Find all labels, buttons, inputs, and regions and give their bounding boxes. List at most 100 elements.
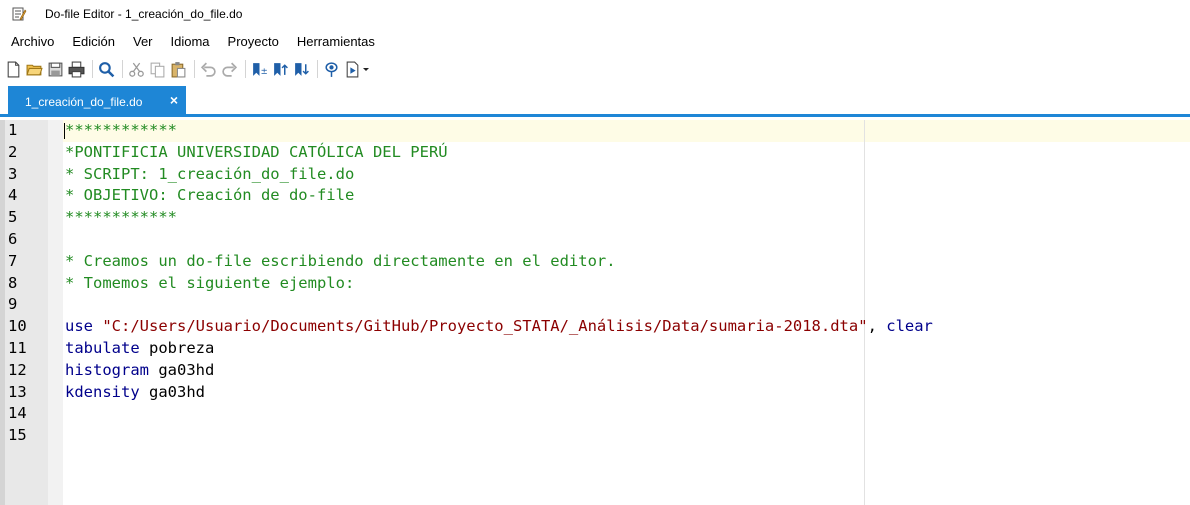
code-line[interactable]: 5 ************ — [0, 207, 1190, 229]
title-bar: Do-file Editor - 1_creación_do_file.do — [0, 0, 1190, 28]
toolbar-separator — [92, 60, 93, 78]
open-folder-icon — [26, 64, 43, 75]
menu-idioma[interactable]: Idioma — [165, 34, 216, 49]
save-icon — [48, 62, 63, 76]
tab-do-file[interactable]: 1_creación_do_file.do × — [8, 86, 186, 117]
line-number: 5 — [8, 208, 18, 227]
toggle-bookmark-button[interactable]: ± — [250, 60, 269, 79]
new-file-icon — [7, 61, 20, 77]
code-token-comment: * SCRIPT: 1_creación_do_file.do — [65, 164, 355, 183]
open-button[interactable] — [25, 60, 44, 79]
undo-icon — [200, 62, 216, 77]
menu-edicion[interactable]: Edición — [66, 34, 121, 49]
toolbar-separator — [317, 60, 318, 78]
execute-button[interactable] — [343, 60, 362, 79]
find-icon — [99, 61, 115, 77]
print-icon — [68, 61, 85, 77]
toolbar-separator — [122, 60, 123, 78]
code-line[interactable]: 15 — [0, 425, 1190, 447]
code-token-plain: pobreza — [139, 338, 215, 357]
code-token-comment: * Tomemos el siguiente ejemplo: — [65, 273, 355, 292]
menu-ver[interactable]: Ver — [127, 34, 159, 49]
cut-button[interactable] — [127, 60, 146, 79]
code-line[interactable]: 3 * SCRIPT: 1_creación_do_file.do — [0, 164, 1190, 186]
code-line[interactable]: 9 — [0, 294, 1190, 316]
code-token-kw: kdensity — [65, 382, 140, 401]
show-icon — [325, 61, 338, 77]
line-code: ************ — [65, 120, 177, 142]
next-bookmark-button[interactable] — [292, 60, 311, 79]
code-token-kw: clear — [886, 317, 933, 336]
menu-archivo[interactable]: Archivo — [5, 34, 60, 49]
code-line[interactable]: 13 kdensity ga03hd — [0, 382, 1190, 404]
show-button[interactable] — [322, 60, 341, 79]
line-number: 2 — [8, 142, 18, 161]
tab-label: 1_creación_do_file.do — [25, 94, 143, 109]
find-button[interactable] — [97, 60, 116, 79]
code-token-comment: * Creamos un do-file escribiendo directa… — [65, 251, 616, 270]
code-token-str: "C:/Users/Usuario/Documents/GitHub/Proye… — [102, 317, 868, 336]
execute-icon — [346, 61, 359, 77]
toggle-bookmark-icon: ± — [253, 62, 268, 76]
line-code: * Creamos un do-file escribiendo directa… — [65, 251, 616, 273]
code-line[interactable]: 12 histogram ga03hd — [0, 360, 1190, 382]
toolbar-separator — [194, 60, 195, 78]
line-number: 6 — [8, 229, 18, 248]
code-line[interactable]: 1 ************ — [0, 120, 1190, 142]
close-icon[interactable]: × — [167, 93, 181, 107]
line-code: histogram ga03hd — [65, 360, 214, 382]
tab-strip: 1_creación_do_file.do × — [0, 86, 1190, 117]
cut-icon — [129, 62, 144, 77]
caret-down-icon — [363, 68, 369, 71]
code-token-comment: *PONTIFICIA UNIVERSIDAD CATÓLICA DEL PER… — [65, 142, 448, 161]
line-code: tabulate pobreza — [65, 338, 214, 360]
copy-icon — [150, 62, 165, 77]
next-bookmark-icon — [295, 62, 309, 76]
execute-dropdown-button[interactable] — [362, 60, 370, 79]
previous-bookmark-button[interactable] — [271, 60, 290, 79]
code-token-plain: ga03hd — [149, 360, 215, 379]
line-code: *PONTIFICIA UNIVERSIDAD CATÓLICA DEL PER… — [65, 142, 448, 164]
code-line[interactable]: 4 * OBJETIVO: Creación de do-file — [0, 185, 1190, 207]
code-editor[interactable]: 1 ************ 2 *PONTIFICIA UNIVERSIDAD CA… — [0, 120, 1190, 505]
code-line[interactable]: 14 — [0, 403, 1190, 425]
redo-button[interactable] — [220, 60, 239, 79]
line-code: use "C:/Users/Usuario/Documents/GitHub/P… — [65, 316, 933, 338]
menu-bar: Archivo Edición Ver Idioma Proyecto Herr… — [0, 28, 1190, 54]
code-line[interactable]: 7 * Creamos un do-file escribiendo direct… — [0, 251, 1190, 273]
code-token-kw: tabulate — [65, 338, 140, 357]
code-line[interactable]: 6 — [0, 229, 1190, 251]
redo-icon — [222, 62, 238, 77]
code-line[interactable]: 11 tabulate pobreza — [0, 338, 1190, 360]
code-token-comment: * OBJETIVO: Creación de do-file — [65, 186, 355, 205]
undo-button[interactable] — [199, 60, 218, 79]
print-button[interactable] — [67, 60, 86, 79]
line-code: * OBJETIVO: Creación de do-file — [65, 185, 354, 207]
line-number: 14 — [8, 404, 27, 423]
line-number: 13 — [8, 382, 27, 401]
toolbar: ± — [0, 56, 1190, 82]
line-number: 12 — [8, 360, 27, 379]
code-line[interactable]: 8 * Tomemos el siguiente ejemplo: — [0, 273, 1190, 295]
new-file-button[interactable] — [4, 60, 23, 79]
code-lines: 1 ************ 2 *PONTIFICIA UNIVERSIDAD CA… — [0, 120, 1190, 447]
line-number: 7 — [8, 251, 18, 270]
menu-herramientas[interactable]: Herramientas — [291, 34, 381, 49]
code-line[interactable]: 2 *PONTIFICIA UNIVERSIDAD CATÓLICA DEL PE… — [0, 142, 1190, 164]
line-number: 4 — [8, 186, 18, 205]
code-token-plain: , — [867, 317, 887, 336]
line-number: 11 — [8, 338, 27, 357]
line-code: ************ — [65, 207, 177, 229]
toolbar-separator — [245, 60, 246, 78]
line-number: 8 — [8, 273, 18, 292]
line-code: * SCRIPT: 1_creación_do_file.do — [65, 164, 354, 186]
menu-proyecto[interactable]: Proyecto — [222, 34, 285, 49]
line-number: 15 — [8, 426, 27, 445]
paste-icon — [171, 61, 186, 77]
paste-button[interactable] — [169, 60, 188, 79]
save-button[interactable] — [46, 60, 65, 79]
do-file-editor-app-icon — [12, 7, 27, 21]
copy-button[interactable] — [148, 60, 167, 79]
code-line[interactable]: 10 use "C:/Users/Usuario/Documents/GitHub… — [0, 316, 1190, 338]
code-token-plain: ga03hd — [139, 382, 205, 401]
